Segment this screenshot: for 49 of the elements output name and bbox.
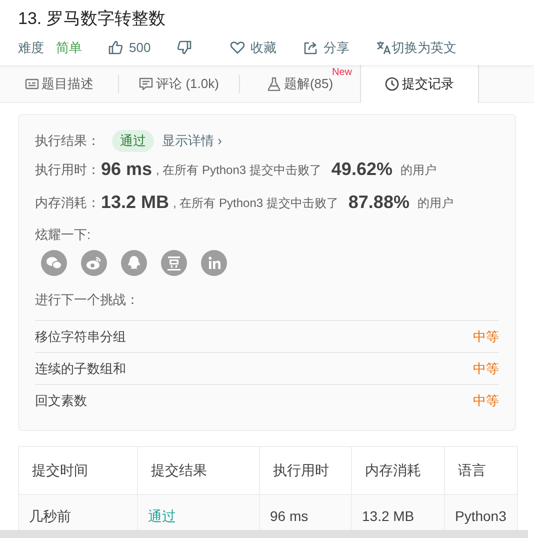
- tab[interactable]: 提交记录: [360, 65, 479, 103]
- stat-value: 96 ms: [101, 158, 152, 181]
- difficulty-label: 难度: [18, 38, 44, 57]
- difficulty-tag: 中等: [473, 390, 499, 410]
- like-button[interactable]: 500: [108, 38, 151, 58]
- card-icon: [24, 77, 38, 91]
- problem-link[interactable]: 移位字符串分组: [35, 326, 126, 346]
- problem-link[interactable]: 回文素数: [35, 390, 87, 410]
- share-button[interactable]: 分享: [302, 38, 350, 58]
- weibo-share-button[interactable]: [81, 250, 107, 276]
- stat-suffix: 的用户: [400, 162, 436, 178]
- stat-suffix: 的用户: [417, 194, 454, 212]
- clock-icon: [385, 77, 399, 91]
- difficulty-tag: 中等: [473, 326, 499, 346]
- share-icon: [302, 40, 318, 55]
- translate-button[interactable]: 切换为英文: [376, 38, 457, 58]
- stat-label: 执行用时：: [35, 160, 100, 179]
- stat-text: , 在所有 Python3 提交中击败了: [173, 194, 338, 212]
- thumbs-down-icon: [176, 40, 192, 55]
- stat-value: 13.2 MB: [101, 191, 170, 214]
- tab[interactable]: 题解(85) New: [240, 65, 360, 103]
- linkedin-share-button[interactable]: [201, 250, 227, 276]
- stat-label: 内存消耗：: [35, 194, 100, 212]
- flask-icon: [266, 77, 281, 91]
- status-badge: 通过: [112, 130, 154, 152]
- stat-percent: 49.62%: [331, 158, 392, 181]
- wechat-share-button[interactable]: [41, 250, 67, 276]
- thumbs-up-icon: [108, 40, 123, 55]
- share-label: 炫耀一下:: [35, 226, 92, 244]
- difficulty-tag: 中等: [473, 358, 499, 378]
- difficulty-value: 简单: [56, 38, 82, 57]
- stat-text: , 在所有 Python3 提交中击败了: [156, 162, 322, 178]
- new-label: New: [332, 68, 352, 78]
- heart-icon: [230, 40, 245, 55]
- tab[interactable]: 评论 (1.0k): [119, 65, 239, 103]
- column-header: 提交时间: [18, 446, 138, 494]
- result-label: 执行结果：: [35, 132, 100, 150]
- problem-link[interactable]: 连续的子数组和: [35, 358, 126, 378]
- dislike-button[interactable]: [176, 40, 192, 55]
- horizontal-scrollbar[interactable]: [0, 530, 528, 538]
- comment-icon: [139, 77, 154, 91]
- next-challenge-label: 进行下一个挑战：: [35, 291, 140, 309]
- details-link[interactable]: 显示详情 ›: [162, 131, 222, 151]
- stat-percent: 87.88%: [348, 191, 410, 214]
- problem-title: 13. 罗马数字转整数: [17, 8, 166, 30]
- penguin-share-button[interactable]: [121, 250, 147, 276]
- tab[interactable]: 题目描述: [0, 65, 118, 103]
- favorite-button[interactable]: 收藏: [230, 38, 277, 58]
- translate-icon: [376, 40, 391, 55]
